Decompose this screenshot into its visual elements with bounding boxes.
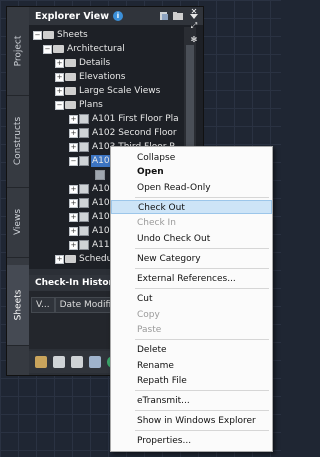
tree-node-a102[interactable]: + A102 Second Floor <box>29 127 179 139</box>
folder-icon <box>43 31 54 39</box>
new-sheet-icon[interactable] <box>35 356 47 368</box>
expand-icon[interactable]: + <box>55 73 64 82</box>
sheet-icon <box>79 198 89 208</box>
context-menu: Collapse Open Open Read-Only Check Out C… <box>110 146 273 452</box>
menu-new-category[interactable]: New Category <box>111 252 272 266</box>
menu-check-out[interactable]: Check Out <box>111 200 272 214</box>
tab-views[interactable]: Views <box>7 187 29 258</box>
sheet-icon <box>79 114 89 124</box>
folder-icon <box>65 255 76 263</box>
menu-separator <box>135 197 269 198</box>
expand-icon[interactable]: + <box>69 185 78 194</box>
menu-repath-file[interactable]: Repath File <box>111 374 272 388</box>
new-folder-icon[interactable] <box>173 11 183 21</box>
menu-show-in-windows-explorer[interactable]: Show in Windows Explorer <box>111 414 272 428</box>
menu-separator <box>135 390 269 391</box>
menu-open[interactable]: Open <box>111 165 272 179</box>
sheet-set-icon[interactable] <box>159 11 169 21</box>
expand-icon[interactable]: + <box>69 143 78 152</box>
menu-separator <box>135 339 269 340</box>
explorer-title: Explorer View <box>35 10 109 22</box>
info-icon[interactable]: i <box>112 11 123 21</box>
column-version[interactable]: V... <box>31 297 55 313</box>
menu-delete[interactable]: Delete <box>111 343 272 357</box>
sheet-icon <box>79 156 89 166</box>
expand-icon[interactable]: + <box>55 255 64 264</box>
collapse-icon[interactable]: − <box>43 45 52 54</box>
plot-icon[interactable] <box>89 356 101 368</box>
menu-undo-check-out[interactable]: Undo Check Out <box>111 232 272 246</box>
sheet-icon <box>79 128 89 138</box>
collapse-icon[interactable]: − <box>33 31 42 40</box>
folder-icon <box>53 45 64 53</box>
expand-icon[interactable]: + <box>69 227 78 236</box>
menu-collapse[interactable]: Collapse <box>111 151 272 165</box>
sheet-set-properties-icon[interactable] <box>53 356 65 368</box>
tree-node-a101[interactable]: + A101 First Floor Pla <box>29 113 179 125</box>
tab-sheets[interactable]: Sheets <box>7 265 29 346</box>
side-tabs: Project Constructs Views Sheets <box>7 7 29 375</box>
expand-icon[interactable]: + <box>55 87 64 96</box>
menu-properties[interactable]: Properties... <box>111 434 272 448</box>
menu-separator <box>135 430 269 431</box>
tree-node-plans[interactable]: − Plans <box>29 99 179 111</box>
menu-rename[interactable]: Rename <box>111 359 272 373</box>
tree-node-large-scale-views[interactable]: + Large Scale Views <box>29 85 179 97</box>
tree-node-elevations[interactable]: + Elevations <box>29 71 179 83</box>
expand-icon[interactable]: + <box>69 213 78 222</box>
folder-icon <box>65 87 76 95</box>
folder-icon <box>65 59 76 67</box>
expand-icon[interactable]: + <box>55 59 64 68</box>
menu-cut[interactable]: Cut <box>111 292 272 306</box>
tab-project[interactable]: Project <box>7 7 29 96</box>
expand-icon[interactable]: + <box>69 241 78 250</box>
settings-icon[interactable]: ✻ <box>190 36 198 44</box>
view-icon <box>95 170 105 180</box>
tree-node-sheets[interactable]: − Sheets <box>29 29 179 41</box>
menu-separator <box>135 288 269 289</box>
sheet-icon <box>79 226 89 236</box>
expand-icon[interactable]: + <box>69 199 78 208</box>
sheet-icon <box>79 240 89 250</box>
sheet-icon <box>79 212 89 222</box>
collapse-icon[interactable]: − <box>55 101 64 110</box>
explorer-header: Explorer View i <box>29 7 203 25</box>
menu-separator <box>135 248 269 249</box>
close-icon[interactable]: ✕ <box>190 8 198 16</box>
menu-etransmit[interactable]: eTransmit... <box>111 394 272 408</box>
tab-constructs[interactable]: Constructs <box>7 95 29 188</box>
sheet-icon <box>79 142 89 152</box>
pin-icon[interactable]: ⤢ <box>190 22 198 30</box>
expand-icon[interactable]: + <box>69 129 78 138</box>
menu-external-references[interactable]: External References... <box>111 272 272 286</box>
menu-copy: Copy <box>137 310 160 320</box>
publish-icon[interactable] <box>71 356 83 368</box>
folder-icon <box>65 101 76 109</box>
folder-icon <box>65 73 76 81</box>
tree-node-architectural[interactable]: − Architectural <box>29 43 179 55</box>
menu-separator <box>135 410 269 411</box>
menu-separator <box>135 268 269 269</box>
sheet-icon <box>79 184 89 194</box>
menu-open-read-only[interactable]: Open Read-Only <box>111 181 272 195</box>
menu-paste: Paste <box>137 325 162 335</box>
expand-icon[interactable]: + <box>69 115 78 124</box>
tree-node-details[interactable]: + Details <box>29 57 179 69</box>
menu-check-in: Check In <box>137 218 176 228</box>
collapse-icon[interactable]: − <box>69 157 78 166</box>
